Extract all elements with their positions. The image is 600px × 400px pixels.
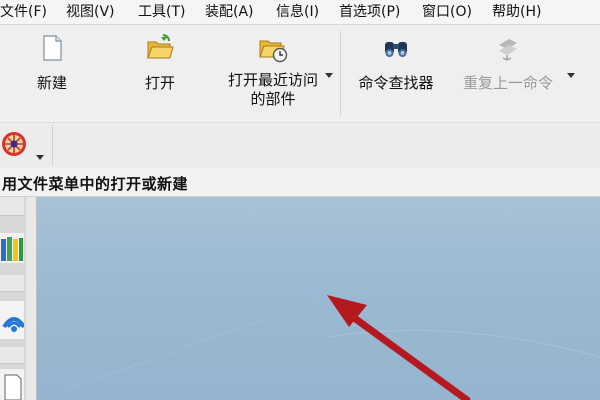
document-icon[interactable] <box>0 369 24 400</box>
menu-bar: 文件(F) 视图(V) 工具(T) 装配(A) 信息(I) 首选项(P) 窗口(… <box>0 0 600 25</box>
open-folder-icon <box>147 34 174 59</box>
graphics-window[interactable] <box>37 197 600 400</box>
resource-tab <box>0 197 24 216</box>
history-icon[interactable] <box>0 297 24 341</box>
cue-line: 用文件菜单中的打开或新建 <box>0 170 600 197</box>
radial-menu-dropdown-icon[interactable] <box>36 155 44 160</box>
repeat-command-icon <box>499 39 517 61</box>
resource-bar <box>0 197 26 400</box>
menu-assembly[interactable]: 装配(A) <box>205 3 254 21</box>
books-icon[interactable] <box>0 225 24 265</box>
command-finder-label: 命令查找器 <box>358 74 434 92</box>
menu-view[interactable]: 视图(V) <box>66 3 115 21</box>
toolbar2-separator <box>52 125 53 165</box>
red-arrow-icon <box>327 295 471 400</box>
binoculars-icon <box>385 42 407 57</box>
repeat-command-dropdown-icon[interactable] <box>567 73 575 78</box>
open-label: 打开 <box>144 74 175 92</box>
secondary-toolbar <box>0 122 600 167</box>
toolbar-separator <box>340 31 341 115</box>
menu-preferences[interactable]: 首选项(P) <box>339 3 400 21</box>
repeat-last-command-button[interactable]: 重复上一命令 <box>458 33 558 93</box>
cue-text: 用文件菜单中的打开或新建 <box>2 175 189 193</box>
main-toolbar: 新建 打开 打开最近访问 的部件 命令查找器 重复上一命令 <box>0 25 600 121</box>
open-recent-button[interactable]: 打开最近访问 的部件 <box>218 33 328 109</box>
resource-tab <box>0 347 24 364</box>
canvas-svg <box>37 295 600 400</box>
resource-tab <box>0 275 24 292</box>
recent-folder-icon <box>259 40 288 63</box>
menu-info[interactable]: 信息(I) <box>276 3 319 21</box>
open-button[interactable]: 打开 <box>125 33 195 93</box>
new-file-icon <box>43 35 62 61</box>
repeat-last-command-label: 重复上一命令 <box>462 74 553 92</box>
menu-file[interactable]: 文件(F) <box>0 3 47 21</box>
command-finder-button[interactable]: 命令查找器 <box>351 33 441 93</box>
new-label: 新建 <box>36 74 67 92</box>
new-button[interactable]: 新建 <box>17 33 87 93</box>
menu-help[interactable]: 帮助(H) <box>492 3 541 21</box>
resource-bar-border <box>26 197 37 400</box>
menu-tools[interactable]: 工具(T) <box>138 3 185 21</box>
open-recent-dropdown-icon[interactable] <box>325 73 333 78</box>
radial-menu-icon[interactable] <box>0 129 30 159</box>
open-recent-label-2: 的部件 <box>250 90 296 108</box>
open-recent-label-1: 打开最近访问 <box>227 71 318 89</box>
menu-window[interactable]: 窗口(O) <box>422 3 472 21</box>
